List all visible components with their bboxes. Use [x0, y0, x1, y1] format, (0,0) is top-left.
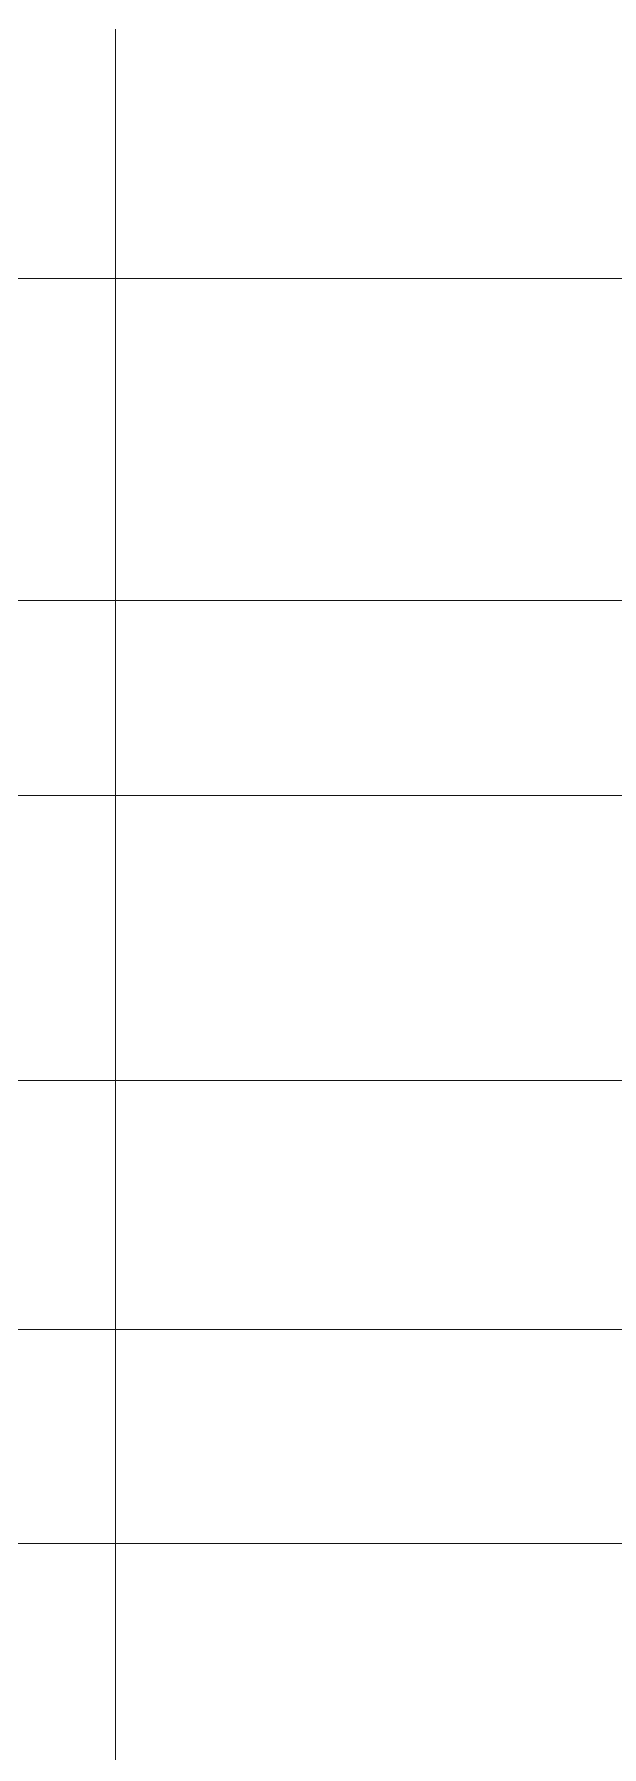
table-row	[18, 601, 622, 795]
two-column-grid	[0, 0, 636, 1781]
table-row	[18, 279, 622, 600]
table-row	[18, 29, 622, 278]
table-row	[18, 1330, 622, 1543]
table-row	[18, 1544, 622, 1760]
table-row	[18, 796, 622, 1080]
table-row	[18, 1081, 622, 1329]
